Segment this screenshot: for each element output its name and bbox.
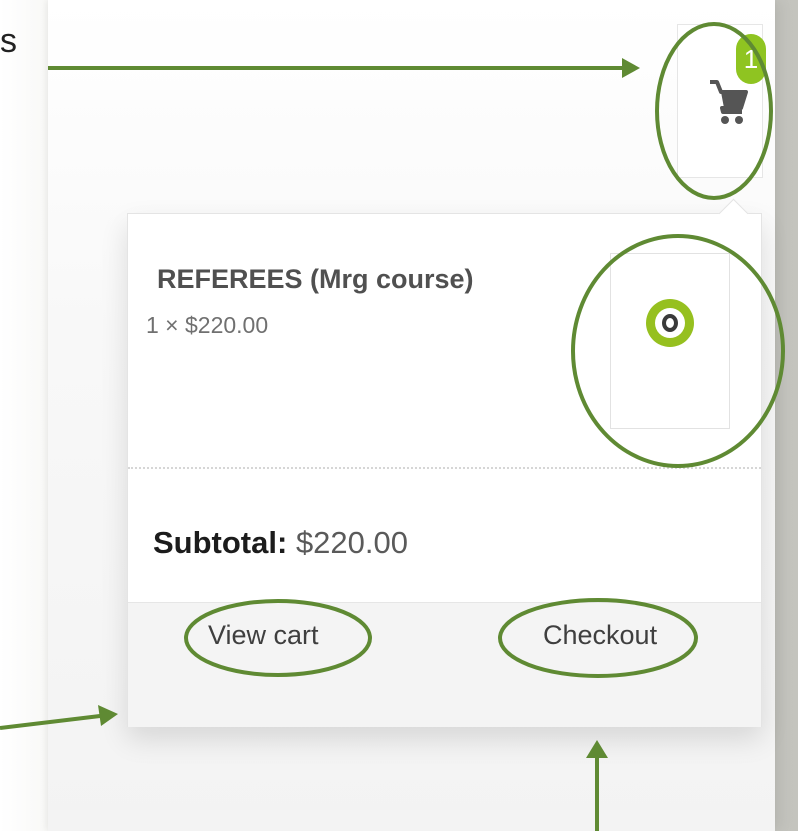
annotation-circle-view-cart [184,599,372,677]
arrowhead-icon [586,740,608,758]
arrowhead-icon [622,58,640,78]
annotation-overlay [0,22,785,831]
annotation-circle-thumbnail [571,234,785,468]
annotation-arrow-to-footer [0,714,101,730]
annotation-circle-cart [655,22,773,200]
arrowhead-icon [98,705,118,726]
annotation-circle-checkout [498,598,698,678]
